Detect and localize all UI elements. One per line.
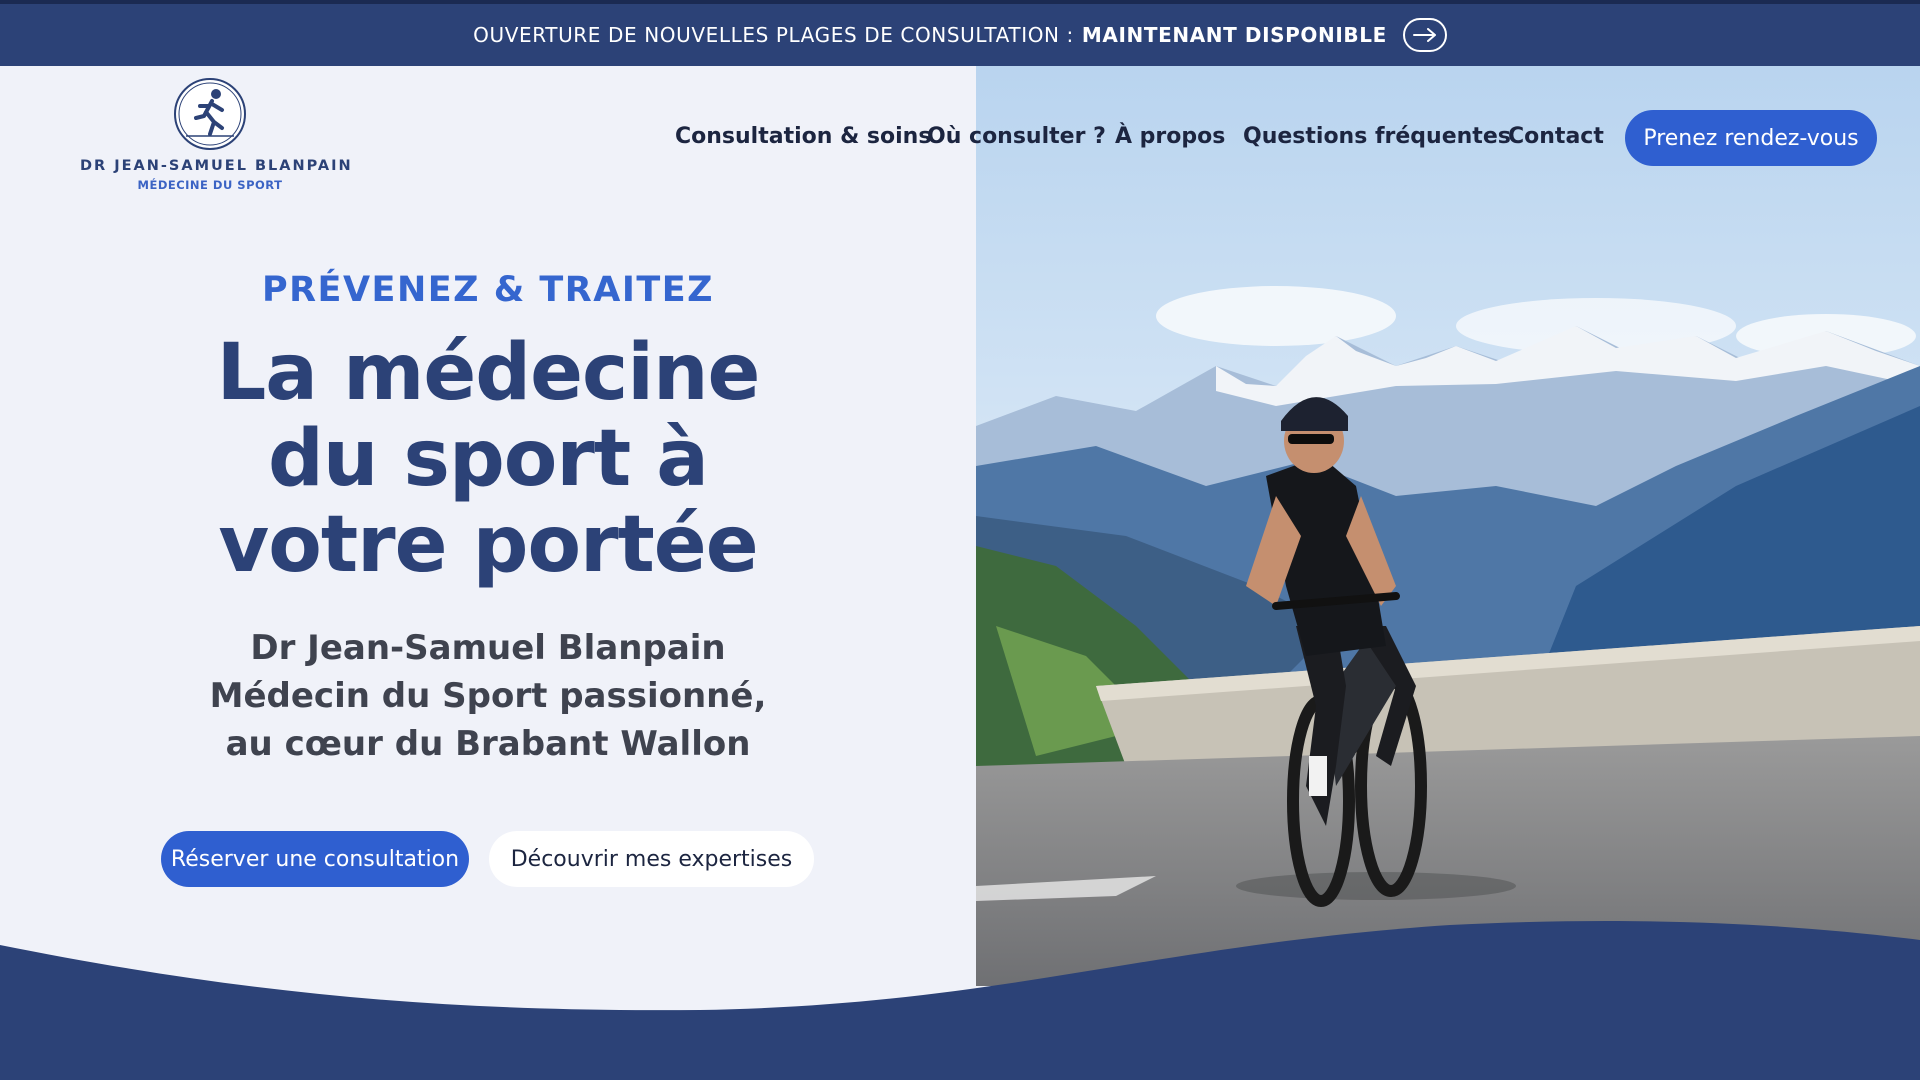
subtitle-line-2: Médecin du Sport passionné, <box>209 676 767 716</box>
discover-expertise-button[interactable]: Découvrir mes expertises <box>489 831 814 887</box>
headline-line-3: votre portée <box>218 500 758 590</box>
nav-item-a-propos[interactable]: À propos <box>1115 124 1225 149</box>
announcement-text: OUVERTURE DE NOUVELLES PLAGES DE CONSULT… <box>473 23 1074 47</box>
nav-item-consultation[interactable]: Consultation & soins <box>675 124 931 149</box>
hero-headline: La médecine du sport à votre portée <box>0 330 976 588</box>
announcement-bar[interactable]: OUVERTURE DE NOUVELLES PLAGES DE CONSULT… <box>0 0 1920 66</box>
nav-item-faq[interactable]: Questions fréquentes <box>1243 124 1511 149</box>
hero-cyclist-photo <box>976 66 1920 986</box>
hero-subtitle: Dr Jean-Samuel Blanpain Médecin du Sport… <box>0 624 976 768</box>
hero-kicker: PRÉVENEZ & TRAITEZ <box>261 270 715 310</box>
logo-specialty: MÉDECINE DU SPORT <box>137 178 283 192</box>
arrow-right-icon[interactable] <box>1402 18 1447 52</box>
headline-line-1: La médecine <box>216 328 761 418</box>
bottom-wave-divider <box>0 900 1920 1080</box>
book-appointment-button[interactable]: Prenez rendez-vous <box>1625 110 1877 166</box>
headline-line-2: du sport à <box>268 414 709 504</box>
subtitle-line-3: au cœur du Brabant Wallon <box>225 724 751 764</box>
nav-item-ou-consulter[interactable]: Où consulter ? <box>927 124 1106 149</box>
announcement-highlight: MAINTENANT DISPONIBLE <box>1081 23 1387 47</box>
main-navigation: Consultation & soins Où consulter ? À pr… <box>0 110 1920 166</box>
subtitle-line-1: Dr Jean-Samuel Blanpain <box>250 628 726 668</box>
homepage: OUVERTURE DE NOUVELLES PLAGES DE CONSULT… <box>0 0 1920 1080</box>
reserve-consultation-button[interactable]: Réserver une consultation <box>161 831 469 887</box>
nav-item-contact[interactable]: Contact <box>1508 124 1604 149</box>
